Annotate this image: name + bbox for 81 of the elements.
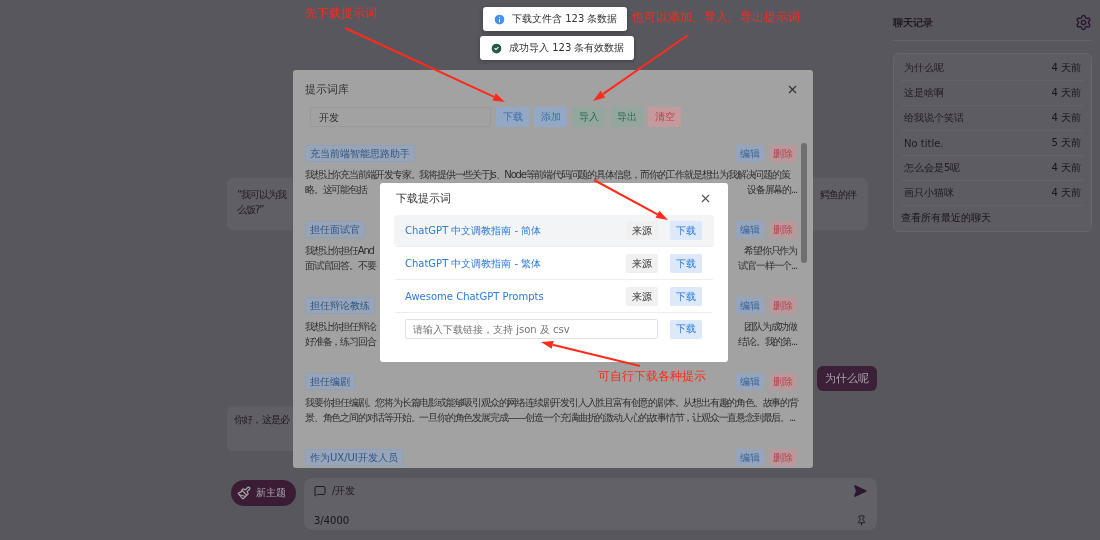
prompt-description: 景、角色之间的对话等开始。一旦你的角色发展完成——创造一个充满曲折的激动人心的故事情节，让观众一直悬念到最后。...: [305, 411, 796, 425]
edit-button[interactable]: 编辑: [736, 297, 764, 314]
history-time: 4 天前: [1051, 161, 1081, 175]
dialog-title: 下载提示词: [396, 191, 451, 206]
toast-text: 成功导入 123 条有效数据: [509, 41, 625, 55]
edit-button[interactable]: 编辑: [736, 145, 764, 162]
delete-button[interactable]: 删除: [769, 221, 797, 238]
source-link[interactable]: ChatGPT 中文调教指南 - 繁体: [405, 256, 626, 271]
source-button[interactable]: 来源: [626, 287, 658, 306]
history-item[interactable]: No title. 5 天前: [901, 131, 1084, 156]
source-row[interactable]: ChatGPT 中文调教指南 - 简体 来源 下载: [394, 215, 714, 247]
prompt-description: 结论。我的第...: [738, 335, 797, 349]
message-input[interactable]: /开发 3/4000: [304, 478, 877, 530]
toolbar-button[interactable]: 清空: [648, 107, 681, 127]
prompt-description: 希望你只作为: [744, 244, 797, 258]
history-time: 4 天前: [1051, 86, 1081, 100]
new-topic-button[interactable]: 新主题: [231, 480, 296, 506]
message-text: 你好，这是必: [234, 414, 290, 425]
prompt-description: 团队为成功做: [744, 320, 797, 334]
source-row[interactable]: ChatGPT 中文调教指南 - 繁体 来源 下载: [394, 248, 714, 280]
check-icon: [490, 41, 503, 55]
edit-button[interactable]: 编辑: [736, 221, 764, 238]
prompt-description: 我想让你充当前端开发专家。我将提供一些关于Js、Node等前端代码问题的具体信息，而你的工作就是想出为我解决问题的策: [305, 168, 792, 182]
close-icon[interactable]: [786, 83, 799, 96]
prompt-description: 我想让你担任And: [305, 244, 374, 258]
chat-icon: [314, 485, 326, 497]
settings-icon[interactable]: [1075, 14, 1092, 31]
delete-button[interactable]: 删除: [769, 297, 797, 314]
prompt-description: 略。这可能包括: [305, 183, 367, 197]
download-button[interactable]: 下载: [670, 319, 702, 339]
search-field[interactable]: 开发: [310, 107, 491, 127]
prompt-tag[interactable]: 担任面试官: [305, 221, 365, 238]
input-text: /开发: [332, 484, 357, 498]
history-time: 5 天前: [1051, 136, 1081, 150]
info-icon: [493, 12, 506, 26]
sidebar-title: 聊天记录: [893, 15, 933, 30]
prompt-description: 面试官回答。不要: [305, 259, 376, 273]
source-link[interactable]: ChatGPT 中文调教指南 - 简体: [405, 223, 626, 238]
source-button[interactable]: 来源: [626, 221, 658, 240]
prompt-description: 我要你担任编剧。您将为长篇电影或能够吸引观众的网络连续剧开发引人入胜且富有创意的剧本。从想出有趣的角色、故事的背: [305, 396, 797, 410]
toast-text: 下载文件含 123 条数据: [512, 12, 618, 26]
history-time: 4 天前: [1051, 111, 1081, 125]
user-message: 为什么呢: [817, 366, 877, 391]
history-time: 4 天前: [1051, 61, 1081, 75]
prompt-tag[interactable]: 担任编剧: [305, 373, 355, 390]
toolbar-button[interactable]: 下载: [496, 107, 529, 127]
delete-button[interactable]: 删除: [769, 145, 797, 162]
url-input[interactable]: 请输入下载链接，支持 json 及 csv: [405, 319, 658, 339]
delete-button[interactable]: 删除: [769, 373, 797, 390]
prompt-tag[interactable]: 作为UX/UI开发人员: [305, 449, 403, 466]
toolbar-button[interactable]: 导出: [610, 107, 643, 127]
download-button[interactable]: 下载: [670, 287, 702, 306]
download-button[interactable]: 下载: [670, 254, 702, 273]
toolbar-button[interactable]: 添加: [534, 107, 567, 127]
prompt-tag[interactable]: 充当前端智能思路助手: [305, 145, 415, 162]
prompt-tag[interactable]: 担任辩论教练: [305, 297, 375, 314]
edit-button[interactable]: 编辑: [736, 449, 764, 466]
source-link[interactable]: Awesome ChatGPT Prompts: [405, 291, 626, 302]
send-icon[interactable]: [853, 484, 867, 498]
delete-button[interactable]: 删除: [769, 449, 797, 466]
download-button[interactable]: 下载: [670, 221, 702, 240]
prompt-description: 设备屏幕的...: [747, 183, 797, 197]
prompt-description: 好准备，练习回合: [305, 335, 376, 349]
prompt-description: 试官一样一个...: [738, 259, 797, 273]
annotation-text: 可自行下载各种提示: [598, 368, 706, 385]
edit-button[interactable]: 编辑: [736, 373, 764, 390]
source-button[interactable]: 来源: [626, 254, 658, 273]
brush-icon: [237, 486, 251, 500]
message-text: 么饭?”: [237, 203, 265, 217]
close-icon[interactable]: [699, 192, 712, 205]
character-counter: 3/4000: [314, 515, 350, 526]
view-all-link[interactable]: 查看所有最近的聊天: [901, 206, 1084, 227]
scrollbar[interactable]: [801, 143, 807, 263]
source-row[interactable]: Awesome ChatGPT Prompts 来源 下载: [394, 281, 714, 313]
dialog-title: 提示词库: [305, 82, 349, 97]
prompt-description: 我想让你担任辩论: [305, 320, 376, 334]
annotation-text: 先下载提示词: [305, 5, 377, 22]
pin-icon[interactable]: [856, 515, 867, 526]
annotation-text: 也可以添加、导入、导出提示词: [632, 9, 800, 26]
toolbar-button[interactable]: 导入: [572, 107, 605, 127]
history-time: 4 天前: [1051, 186, 1081, 200]
